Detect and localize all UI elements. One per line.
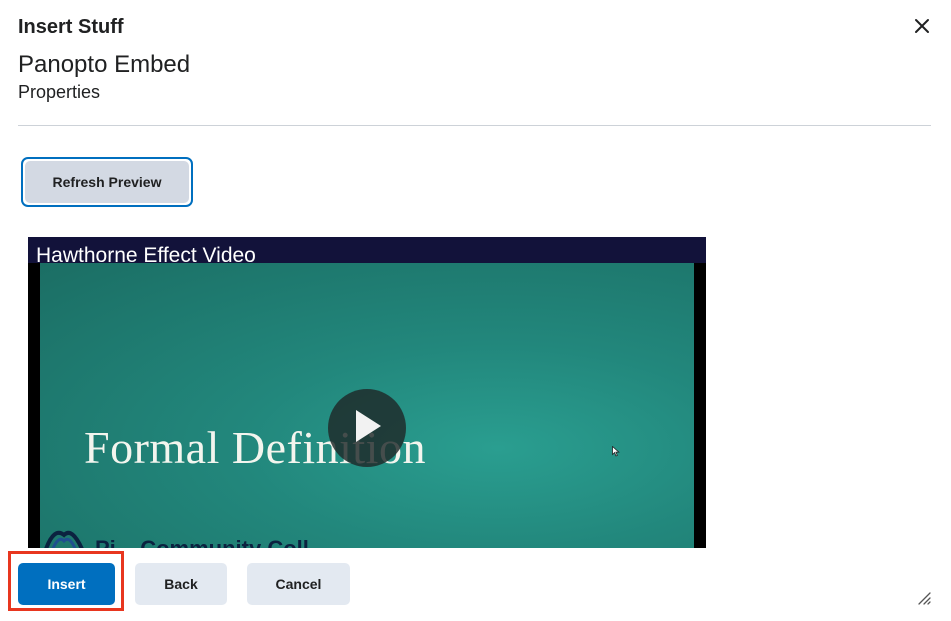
refresh-preview-label: Refresh Preview: [25, 161, 189, 203]
insert-highlight-box: [8, 551, 124, 611]
college-name-text: Pi... Community Coll...: [95, 536, 327, 548]
close-button[interactable]: [910, 16, 934, 40]
section-title: Panopto Embed: [18, 51, 191, 78]
mouse-cursor-icon: [612, 444, 620, 462]
video-title: Hawthorne Effect Video: [36, 244, 256, 267]
cancel-button[interactable]: Cancel: [247, 563, 350, 605]
video-preview[interactable]: Formal Definition Pi... Commun: [28, 237, 706, 548]
play-icon: [350, 407, 384, 450]
close-icon: [914, 18, 930, 39]
resize-grip-icon: [917, 592, 931, 609]
refresh-preview-button[interactable]: Refresh Preview: [21, 157, 193, 207]
header-divider: [18, 125, 931, 126]
college-logo-icon: [42, 525, 86, 548]
play-button[interactable]: [328, 389, 406, 467]
video-slide[interactable]: Formal Definition Pi... Commun: [40, 263, 694, 548]
insert-stuff-dialog: Insert Stuff Panopto Embed Properties Re…: [0, 0, 951, 621]
resize-handle[interactable]: [917, 591, 931, 605]
back-button[interactable]: Back: [135, 563, 227, 605]
dialog-title: Insert Stuff: [18, 16, 124, 38]
section-subtitle: Properties: [18, 82, 101, 102]
